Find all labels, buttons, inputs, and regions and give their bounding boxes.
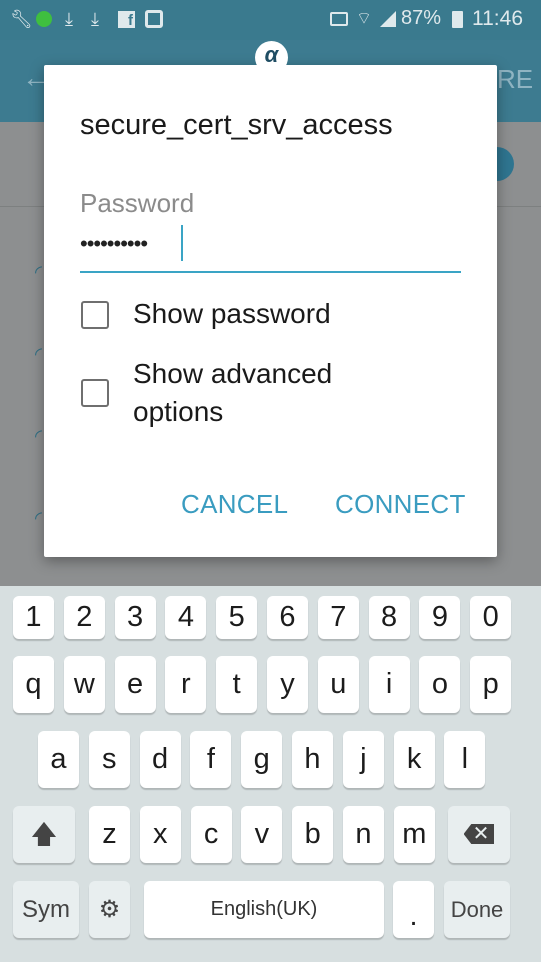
done-key[interactable]: Done: [444, 881, 510, 938]
key-l[interactable]: l: [444, 731, 486, 788]
key-5[interactable]: 5: [216, 596, 258, 639]
shift-key[interactable]: 🡅︎: [13, 806, 75, 863]
space-key[interactable]: English(UK): [144, 881, 384, 938]
shift-arrow-icon: 🡅︎: [30, 819, 58, 849]
signal-icon: [380, 11, 396, 27]
password-label: Password: [80, 188, 195, 218]
key-s[interactable]: s: [88, 731, 130, 788]
show-advanced-checkbox[interactable]: [81, 379, 109, 407]
status-bar: 🔧︎ ⤓ ⤓ f ⌔ 87% 11:46: [0, 0, 541, 40]
keyboard: 1 2 3 4 5 6 7 8 9 0 q w e r t y u i o p a s d f g h j k l z x c v b n m 🡅︎ ✕ S…: [0, 586, 541, 962]
key-d[interactable]: d: [139, 731, 181, 788]
wifi-icon: ◜: [35, 426, 42, 446]
key-4[interactable]: 4: [165, 596, 207, 639]
password-underline: [80, 271, 461, 273]
key-u[interactable]: u: [317, 656, 359, 713]
settings-key[interactable]: ⚙: [89, 881, 130, 938]
wifi-icon: ◜: [35, 508, 42, 528]
key-f[interactable]: f: [190, 731, 232, 788]
show-password-label[interactable]: Show password: [133, 295, 331, 333]
key-7[interactable]: 7: [317, 596, 359, 639]
key-x[interactable]: x: [139, 806, 181, 863]
key-o[interactable]: o: [419, 656, 461, 713]
wifi-icon: ⌔: [356, 9, 372, 28]
connect-button[interactable]: CONNECT: [335, 489, 466, 520]
key-m[interactable]: m: [393, 806, 435, 863]
cast-icon: [330, 12, 348, 26]
text-cursor: [181, 225, 183, 261]
key-e[interactable]: e: [114, 656, 156, 713]
clock: 11:46: [472, 7, 523, 30]
key-t[interactable]: t: [216, 656, 258, 713]
sym-key[interactable]: Sym: [13, 881, 79, 938]
key-v[interactable]: v: [241, 806, 283, 863]
cancel-button[interactable]: CANCEL: [181, 489, 288, 520]
battery-icon: [452, 11, 463, 28]
wrench-icon: 🔧︎: [10, 9, 33, 29]
show-advanced-label[interactable]: Show advanced: [133, 355, 332, 393]
show-password-checkbox[interactable]: [81, 301, 109, 329]
show-advanced-label-cont[interactable]: options: [133, 393, 223, 431]
key-k[interactable]: k: [393, 731, 435, 788]
key-h[interactable]: h: [292, 731, 333, 788]
wifi-icon: ◜: [35, 262, 42, 282]
facebook-icon: f: [118, 11, 135, 29]
key-q[interactable]: q: [13, 656, 54, 713]
wifi-icon: ◜: [35, 344, 42, 364]
key-9[interactable]: 9: [419, 596, 461, 639]
key-g[interactable]: g: [241, 731, 283, 788]
key-i[interactable]: i: [368, 656, 410, 713]
key-c[interactable]: c: [190, 806, 232, 863]
wifi-password-dialog: secure_cert_srv_access Password ••••••••…: [44, 65, 497, 557]
app-bar-action[interactable]: RE: [497, 64, 533, 95]
key-r[interactable]: r: [165, 656, 207, 713]
key-y[interactable]: y: [267, 656, 308, 713]
key-0[interactable]: 0: [470, 596, 512, 639]
key-3[interactable]: 3: [114, 596, 156, 639]
key-8[interactable]: 8: [368, 596, 410, 639]
download-icon: ⤓: [65, 9, 73, 29]
key-n[interactable]: n: [343, 806, 384, 863]
key-6[interactable]: 6: [267, 596, 308, 639]
password-input[interactable]: ••••••••••: [80, 231, 148, 257]
dialog-title: secure_cert_srv_access: [80, 109, 393, 141]
key-w[interactable]: w: [63, 656, 105, 713]
period-key[interactable]: .: [393, 881, 434, 938]
key-2[interactable]: 2: [63, 596, 105, 639]
key-1[interactable]: 1: [13, 596, 54, 639]
key-j[interactable]: j: [342, 731, 384, 788]
app-logo: α: [255, 41, 288, 74]
key-z[interactable]: z: [89, 806, 130, 863]
gear-icon: ⚙: [98, 896, 121, 923]
key-a[interactable]: a: [38, 731, 79, 788]
key-p[interactable]: p: [470, 656, 512, 713]
ring-app-icon: [36, 11, 52, 27]
key-b[interactable]: b: [292, 806, 334, 863]
battery-percent: 87%: [401, 7, 442, 29]
download-icon: ⤓: [91, 9, 99, 29]
instagram-icon: [145, 10, 163, 28]
backspace-icon: ✕: [463, 824, 495, 844]
backspace-key[interactable]: ✕: [448, 806, 510, 863]
